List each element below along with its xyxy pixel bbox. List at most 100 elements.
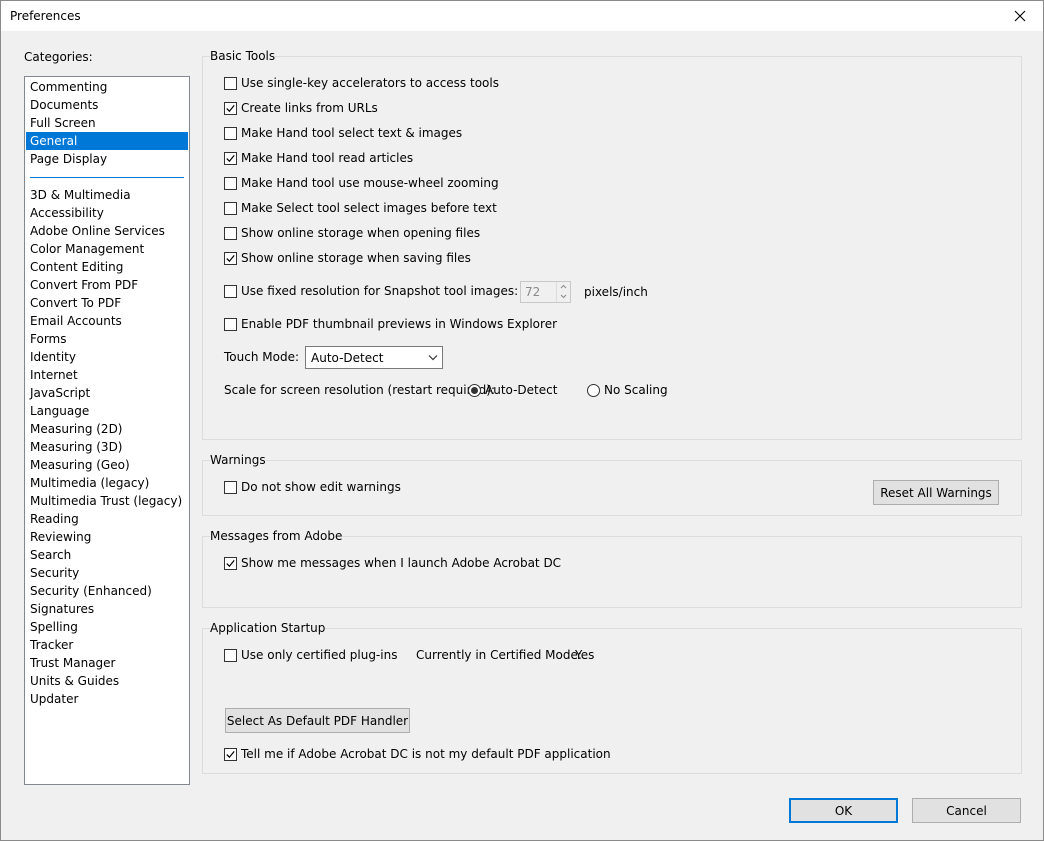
category-item[interactable]: Color Management (26, 240, 188, 258)
scale-no-scaling-radio[interactable] (587, 383, 600, 397)
category-item[interactable]: Convert From PDF (26, 276, 188, 294)
category-item[interactable]: Page Display (26, 150, 188, 168)
category-item[interactable]: Trust Manager (26, 654, 188, 672)
close-icon (1014, 10, 1026, 22)
touch-mode-select[interactable]: Auto-Detect (305, 346, 443, 369)
title-bar: Preferences (1, 1, 1043, 31)
category-item[interactable]: Measuring (3D) (26, 438, 188, 456)
default-pdf-handler-button[interactable]: Select As Default PDF Handler (225, 708, 410, 733)
option-checkbox[interactable] (224, 126, 237, 140)
scale-auto-detect-radio[interactable] (468, 383, 481, 397)
category-item[interactable]: Tracker (26, 636, 188, 654)
warnings-title: Warnings (210, 453, 266, 467)
category-item[interactable]: Accessibility (26, 204, 188, 222)
checkmark-icon (226, 750, 235, 758)
basic-tool-option[interactable]: Use single-key accelerators to access to… (224, 76, 499, 90)
category-item[interactable]: Units & Guides (26, 672, 188, 690)
option-checkbox[interactable] (224, 226, 237, 240)
category-item[interactable]: Measuring (Geo) (26, 456, 188, 474)
category-item[interactable]: Reviewing (26, 528, 188, 546)
resolution-value: 72 (525, 285, 541, 299)
category-item[interactable]: 3D & Multimedia (26, 186, 188, 204)
option-label: Use single-key accelerators to access to… (241, 76, 499, 90)
scale-option-no-scaling[interactable]: No Scaling (587, 383, 668, 397)
thumbnail-preview-checkbox[interactable] (224, 317, 237, 331)
option-label: Make Hand tool read articles (241, 151, 414, 165)
option-label: Make Hand tool use mouse-wheel zooming (241, 176, 499, 190)
basic-tool-option[interactable]: Show online storage when opening files (224, 226, 480, 240)
option-label: Make Select tool select images before te… (241, 201, 497, 215)
scale-label: Scale for screen resolution (restart req… (224, 383, 496, 397)
cancel-button[interactable]: Cancel (912, 798, 1021, 823)
certified-plugins-label: Use only certified plug-ins (241, 648, 398, 662)
close-button[interactable] (997, 1, 1043, 31)
default-app-reminder-option[interactable]: Tell me if Adobe Acrobat DC is not my de… (224, 747, 611, 761)
category-item[interactable]: Content Editing (26, 258, 188, 276)
option-checkbox[interactable] (224, 101, 237, 115)
touch-mode-label: Touch Mode: (224, 350, 299, 364)
category-item[interactable]: JavaScript (26, 384, 188, 402)
certified-plugins-checkbox[interactable] (224, 648, 237, 662)
chevron-down-icon (428, 355, 438, 361)
option-checkbox[interactable] (224, 76, 237, 90)
option-label: Show online storage when saving files (241, 251, 471, 265)
option-checkbox[interactable] (224, 201, 237, 215)
chevron-up-icon[interactable] (560, 283, 567, 291)
option-checkbox[interactable] (224, 151, 237, 165)
fixed-resolution-option[interactable]: Use fixed resolution for Snapshot tool i… (224, 284, 518, 298)
category-item[interactable]: Multimedia Trust (legacy) (26, 492, 188, 510)
category-item[interactable]: Signatures (26, 600, 188, 618)
category-item[interactable]: Reading (26, 510, 188, 528)
default-app-reminder-checkbox[interactable] (224, 747, 237, 761)
scale-auto-detect-label: Auto-Detect (485, 383, 558, 397)
option-checkbox[interactable] (224, 251, 237, 265)
category-item[interactable]: Security (Enhanced) (26, 582, 188, 600)
category-item[interactable]: Email Accounts (26, 312, 188, 330)
certified-plugins-option[interactable]: Use only certified plug-ins (224, 648, 397, 662)
basic-tool-option[interactable]: Make Hand tool use mouse-wheel zooming (224, 176, 499, 190)
basic-tool-option[interactable]: Show online storage when saving files (224, 251, 471, 265)
category-item[interactable]: Convert To PDF (26, 294, 188, 312)
category-separator (30, 177, 184, 178)
category-item[interactable]: General (26, 132, 188, 150)
basic-tool-option[interactable]: Make Select tool select images before te… (224, 201, 497, 215)
reset-warnings-button[interactable]: Reset All Warnings (873, 480, 999, 505)
thumbnail-preview-label: Enable PDF thumbnail previews in Windows… (241, 317, 558, 331)
category-item[interactable]: Language (26, 402, 188, 420)
resolution-unit: pixels/inch (584, 285, 648, 299)
category-item[interactable]: Forms (26, 330, 188, 348)
category-item[interactable]: Security (26, 564, 188, 582)
resolution-stepper[interactable]: 72 (520, 281, 571, 303)
thumbnail-preview-option[interactable]: Enable PDF thumbnail previews in Windows… (224, 317, 557, 331)
category-item[interactable]: Documents (26, 96, 188, 114)
category-item[interactable]: Adobe Online Services (26, 222, 188, 240)
option-checkbox[interactable] (224, 176, 237, 190)
show-messages-option[interactable]: Show me messages when I launch Adobe Acr… (224, 556, 561, 570)
checkmark-icon (226, 104, 235, 112)
category-item[interactable]: Multimedia (legacy) (26, 474, 188, 492)
certified-mode-value: Yes (575, 648, 595, 662)
ok-button[interactable]: OK (789, 798, 898, 823)
basic-tool-option[interactable]: Create links from URLs (224, 101, 378, 115)
startup-title: Application Startup (210, 621, 326, 635)
category-item[interactable]: Search (26, 546, 188, 564)
category-item[interactable]: Identity (26, 348, 188, 366)
category-item[interactable]: Full Screen (26, 114, 188, 132)
categories-list[interactable]: Commenting Documents Full Screen General Pag… (24, 76, 190, 785)
chevron-down-icon[interactable] (560, 292, 567, 300)
scale-option-auto-detect[interactable]: Auto-Detect (468, 383, 557, 397)
fixed-resolution-checkbox[interactable] (224, 284, 237, 298)
show-messages-checkbox[interactable] (224, 556, 237, 570)
category-item[interactable]: Spelling (26, 618, 188, 636)
category-item[interactable]: Commenting (26, 78, 188, 96)
basic-tool-option[interactable]: Make Hand tool select text & images (224, 126, 462, 140)
category-item[interactable]: Internet (26, 366, 188, 384)
category-item[interactable]: Measuring (2D) (26, 420, 188, 438)
certified-mode-label: Currently in Certified Mode: (416, 648, 582, 662)
basic-tools-title: Basic Tools (210, 49, 276, 63)
option-label: Show online storage when opening files (241, 226, 481, 240)
category-item[interactable]: Updater (26, 690, 188, 708)
edit-warnings-option[interactable]: Do not show edit warnings (224, 480, 401, 494)
edit-warnings-checkbox[interactable] (224, 480, 237, 494)
basic-tool-option[interactable]: Make Hand tool read articles (224, 151, 413, 165)
